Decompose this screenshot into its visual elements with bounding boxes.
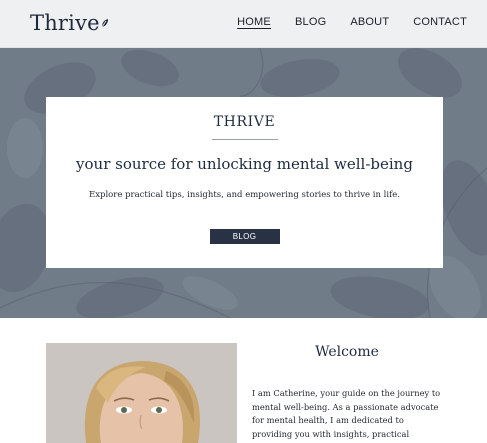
main-nav: HOME BLOG ABOUT CONTACT [237,16,467,28]
logo-text: Thrive [30,11,100,35]
site-logo[interactable]: Thrive [30,11,109,35]
welcome-section: Welcome I am Catherine, your guide on th… [0,318,487,443]
nav-contact[interactable]: CONTACT [413,16,467,28]
hero-section: THRIVE your source for unlocking mental … [0,48,487,318]
nav-home[interactable]: HOME [237,16,271,28]
nav-blog[interactable]: BLOG [295,16,326,28]
hero-subtitle: your source for unlocking mental well-be… [76,155,413,173]
blog-button[interactable]: BLOG [209,229,280,244]
hero-description: Explore practical tips, insights, and em… [89,190,400,200]
leaf-icon [101,19,108,28]
hero-card: THRIVE your source for unlocking mental … [46,97,443,268]
nav-about[interactable]: ABOUT [350,16,389,28]
site-header: Thrive HOME BLOG ABOUT CONTACT [0,0,487,48]
title-divider [211,139,278,140]
author-bio: I am Catherine, your guide on the journe… [252,388,441,443]
hero-title: THRIVE [213,114,276,130]
author-photo [46,343,237,443]
welcome-heading: Welcome [315,344,379,360]
